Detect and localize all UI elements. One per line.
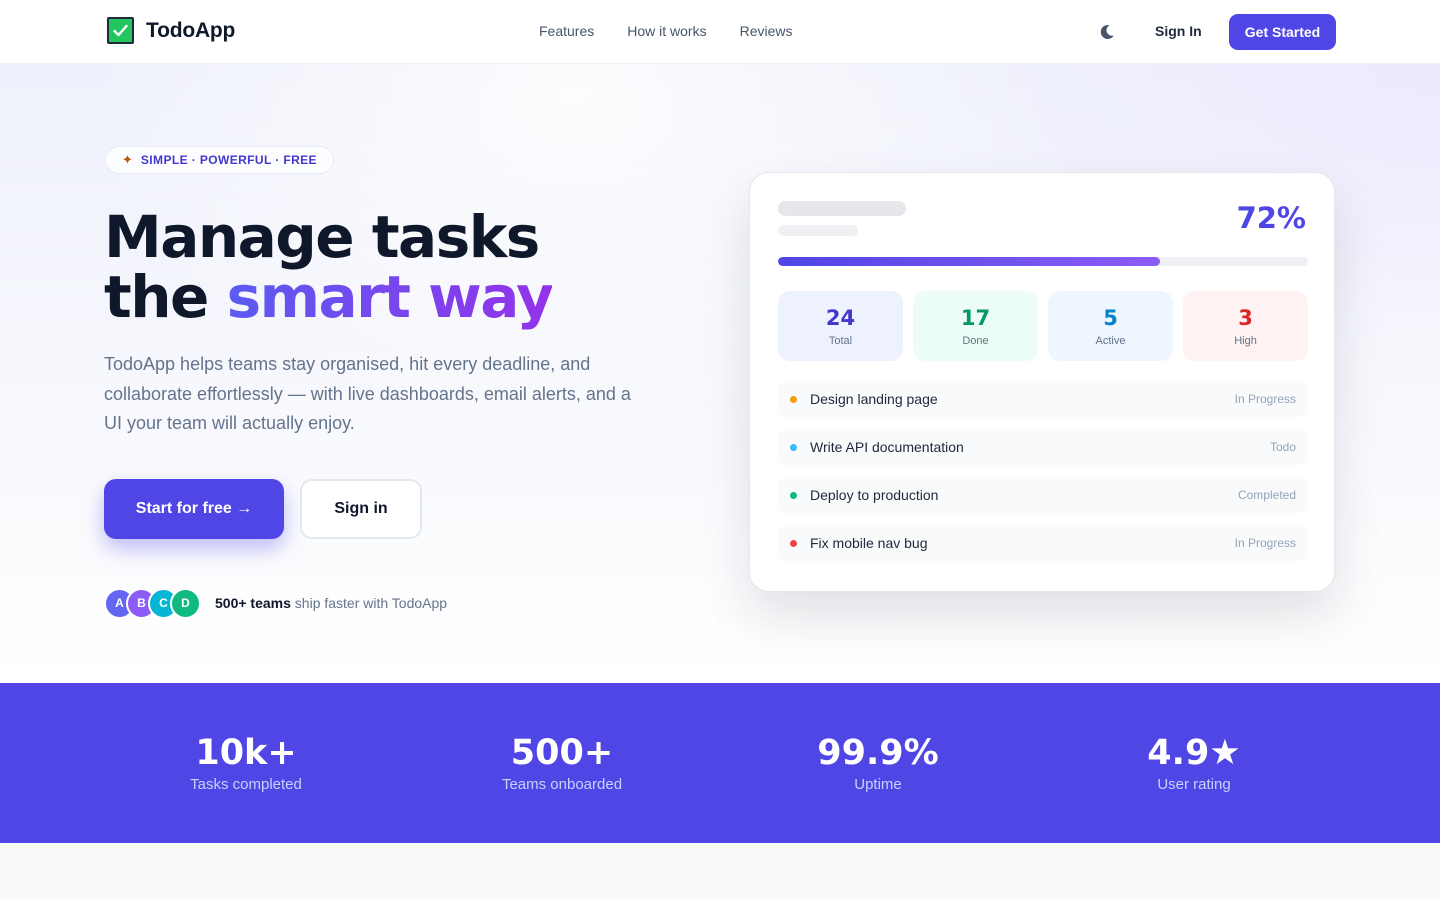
tagline-text: SIMPLE · POWERFUL · FREE	[140, 153, 317, 167]
task-title: Fix mobile nav bug	[810, 535, 928, 551]
status-dot	[790, 539, 797, 547]
stat-tile-high: 3 High	[1183, 291, 1308, 361]
social-proof-count: 500+ teams	[215, 595, 291, 611]
status-dot	[790, 395, 797, 403]
stat-tile-done: 17 Done	[913, 291, 1038, 361]
stat-tiles: 24 Total 17 Done 5 Active 3 High	[778, 291, 1308, 361]
metrics-band: 10k+ Tasks completed 500+ Teams onboarde…	[0, 683, 1440, 843]
stat-label: Total	[828, 334, 853, 347]
stat-label: Active	[1095, 334, 1126, 347]
task-title: Deploy to production	[810, 487, 939, 503]
sparkle-icon: ✦	[122, 152, 133, 167]
stat-label: High	[1234, 334, 1257, 347]
task-status: Todo	[1269, 440, 1296, 454]
stat-label: Done	[962, 334, 989, 347]
stat-value: 3	[1238, 305, 1253, 330]
metric-value: 10k+	[195, 733, 297, 773]
tagline-badge: ✦ SIMPLE · POWERFUL · FREE	[105, 146, 334, 174]
skeleton-subtitle	[778, 225, 858, 236]
status-dot	[790, 491, 797, 499]
top-navbar: TodoApp Features How it works Reviews Si…	[0, 0, 1440, 64]
task-row[interactable]: Write API documentation Todo	[778, 429, 1308, 465]
moon-icon[interactable]	[1097, 22, 1117, 42]
headline-line1: Manage tasks	[104, 203, 540, 271]
sign-in-button[interactable]: Sign in	[300, 479, 422, 539]
status-dot	[790, 443, 797, 451]
checkbox-logo-icon	[107, 17, 134, 44]
hero-section: ✦ SIMPLE · POWERFUL · FREE Manage tasks …	[0, 64, 1440, 683]
stat-value: 17	[960, 305, 991, 330]
completion-percent: 72%	[1236, 201, 1306, 235]
nav-links: Features How it works Reviews	[539, 23, 793, 39]
metric-label: Tasks completed	[190, 776, 302, 793]
metric-value: 4.9★	[1147, 733, 1241, 773]
avatar-group: A B C D	[104, 587, 201, 619]
nav-link-features[interactable]: Features	[539, 23, 594, 39]
next-section-edge	[0, 843, 1440, 900]
metric-label: User rating	[1157, 776, 1231, 793]
task-row[interactable]: Fix mobile nav bug In Progress	[778, 525, 1308, 561]
nav-link-how-it-works[interactable]: How it works	[627, 23, 706, 39]
start-free-button[interactable]: Start for free →	[104, 479, 284, 539]
stat-value: 5	[1103, 305, 1118, 330]
task-status: In Progress	[1234, 536, 1296, 550]
progress-bar-fill	[778, 257, 1160, 266]
brand-name: TodoApp	[146, 18, 236, 42]
brand-logo[interactable]: TodoApp	[107, 17, 235, 44]
headline-word: the	[104, 263, 209, 331]
progress-bar	[778, 257, 1308, 266]
task-list: Design landing page In Progress Write AP…	[778, 381, 1308, 561]
headline-gradient-text: smart way	[226, 263, 554, 331]
metric-label: Teams onboarded	[501, 776, 623, 793]
social-proof: A B C D 500+ teams ship faster with Todo…	[104, 587, 447, 619]
task-status: In Progress	[1234, 392, 1296, 406]
task-title: Design landing page	[810, 391, 938, 407]
task-status: Completed	[1237, 488, 1296, 502]
hero-description: TodoApp helps teams stay organised, hit …	[104, 354, 631, 433]
avatar: D	[170, 587, 201, 619]
skeleton-title	[778, 201, 906, 216]
task-title: Write API documentation	[810, 439, 964, 455]
get-started-button[interactable]: Get Started	[1229, 14, 1336, 50]
social-proof-text: 500+ teams ship faster with TodoApp	[215, 595, 447, 611]
social-proof-rest: ship faster with TodoApp	[290, 595, 448, 611]
nav-link-reviews[interactable]: Reviews	[740, 23, 793, 39]
task-row[interactable]: Design landing page In Progress	[778, 381, 1308, 417]
metric-value: 500+	[510, 733, 614, 773]
stat-value: 24	[825, 305, 856, 330]
stat-tile-total: 24 Total	[778, 291, 903, 361]
dashboard-preview-card: 72% 24 Total 17 Done 5 Active 3 High Des…	[749, 172, 1335, 592]
nav-sign-in-link[interactable]: Sign In	[1155, 23, 1202, 39]
task-row[interactable]: Deploy to production Completed	[778, 477, 1308, 513]
metric-value: 99.9%	[817, 733, 939, 773]
stat-tile-active: 5 Active	[1048, 291, 1173, 361]
hero-headline: Manage tasks the smart way	[104, 207, 554, 327]
metric-label: Uptime	[854, 776, 902, 793]
